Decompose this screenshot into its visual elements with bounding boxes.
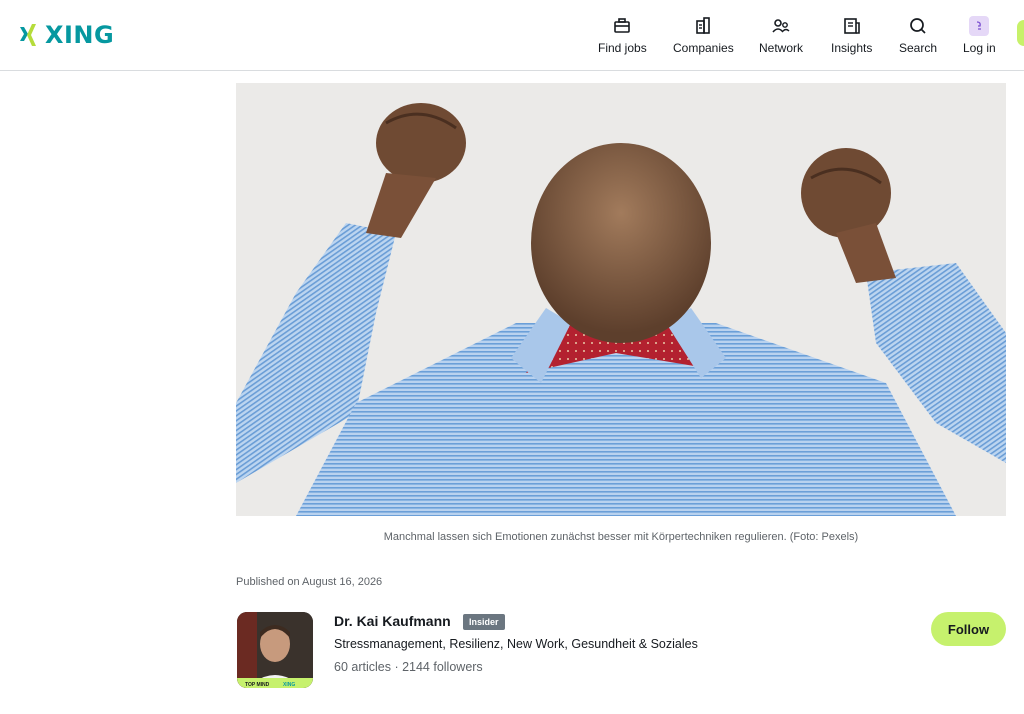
top-navigation-bar: XING Find jobs Companies Network Insight… [0, 0, 1024, 71]
author-portrait-image: TOP MIND XING [237, 612, 313, 688]
published-date: Published on August 16, 2026 [236, 576, 383, 588]
follow-button[interactable]: Follow [931, 612, 1006, 646]
insights-article-icon [843, 18, 860, 34]
main-nav: Find jobs Companies Network Insights Sea… [0, 16, 1024, 56]
nav-insights-label: Insights [831, 41, 873, 55]
nav-log-in-label: Log in [963, 41, 996, 55]
photo-banner-right: XING [283, 682, 295, 688]
insider-badge: Insider [463, 614, 505, 630]
author-stats: 60 articles · 2144 followers [334, 660, 483, 674]
nav-network-label: Network [759, 41, 804, 55]
nav-log-in[interactable]: Log in [963, 16, 996, 55]
nav-insights[interactable]: Insights [831, 16, 872, 55]
nav-companies[interactable]: Companies [673, 16, 734, 55]
search-icon [910, 18, 926, 34]
nav-search-label: Search [899, 41, 938, 55]
article-hero-image [236, 83, 1006, 516]
image-caption: Manchmal lassen sich Emotionen zunächst … [383, 531, 859, 543]
frustrated-man-illustration [236, 83, 1006, 516]
nav-find-jobs-label: Find jobs [598, 41, 647, 55]
author-name[interactable]: Dr. Kai Kaufmann [334, 613, 451, 629]
nav-find-jobs[interactable]: Find jobs [598, 16, 647, 55]
nav-network[interactable]: Network [759, 16, 803, 55]
photo-banner-left: TOP MIND [245, 682, 270, 688]
login-avatar-icon [969, 16, 990, 36]
network-people-icon [772, 19, 790, 33]
building-icon [696, 17, 711, 34]
author-avatar[interactable]: TOP MIND XING [237, 612, 313, 688]
nav-search[interactable]: Search [899, 16, 937, 55]
author-topics: Stressmanagement, Resilienz, New Work, G… [334, 637, 698, 651]
nav-companies-label: Companies [673, 41, 734, 55]
signup-button-edge[interactable] [1017, 20, 1024, 46]
briefcase-icon [614, 18, 631, 33]
